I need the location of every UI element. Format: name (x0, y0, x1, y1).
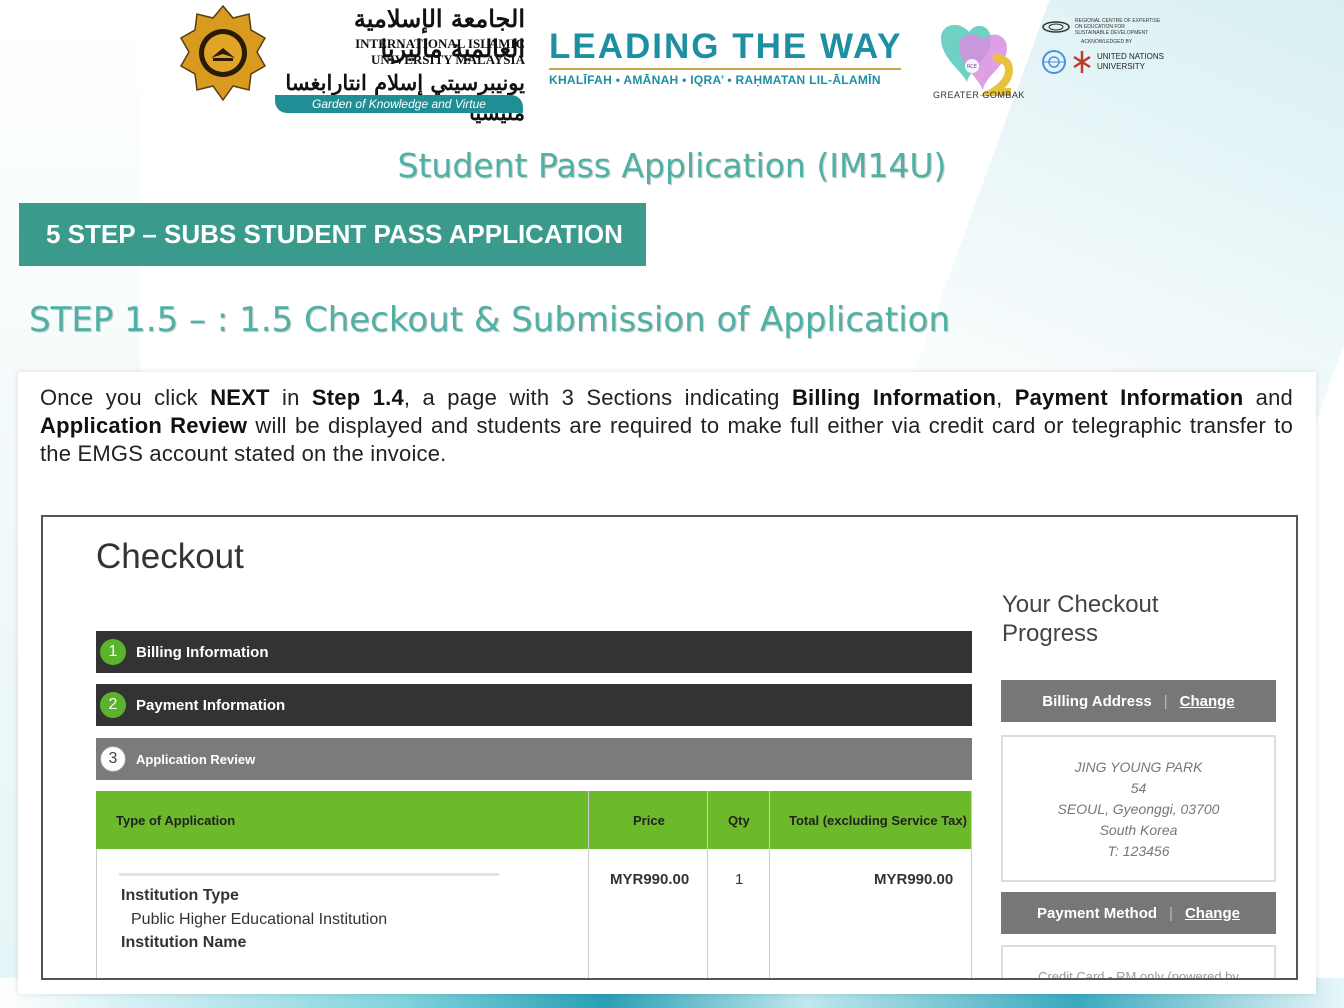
section-label: Application Review (136, 751, 256, 767)
payment-change-link[interactable]: Change (1185, 905, 1240, 922)
separator: | (1169, 904, 1173, 922)
iium-emblem-icon (179, 4, 267, 102)
address-country: South Korea (1099, 822, 1178, 838)
billing-address-box: JING YOUNG PARK 54 SEOUL, Gyeonggi, 0370… (1001, 735, 1276, 882)
un-acknowledgement: REGIONAL CENTRE OF EXPERTISE ON EDUCATIO… (1041, 18, 1181, 75)
address-city: SEOUL, Gyeonggi, 03700 (1057, 801, 1220, 817)
address-line: 54 (1130, 780, 1147, 796)
iium-english-name: INTERNATIONAL ISLAMIC UNIVERSITY MALAYSI… (355, 36, 525, 67)
address-name: JING YOUNG PARK (1074, 759, 1203, 775)
step-number-badge: 3 (100, 746, 126, 772)
header-price: Price (633, 812, 665, 828)
section-application-review[interactable]: 3 Application Review (96, 738, 972, 780)
section-payment-information[interactable]: 2 Payment Information (96, 684, 972, 726)
separator: | (1163, 692, 1168, 710)
intro-paragraph: Once you click NEXT in Step 1.4, a page … (40, 385, 1294, 466)
checkout-progress-title: Your Checkout Progress (1002, 591, 1159, 647)
rce-mark-icon (1042, 21, 1070, 33)
billing-address-label: Billing Address (1042, 692, 1152, 710)
rce-badge-text: RCE (967, 64, 977, 70)
section-label: Payment Information (136, 696, 286, 714)
price-value: MYR990.00 (610, 871, 690, 888)
greater-gombak-label: GREATER GOMBAK (933, 90, 1025, 100)
leading-the-way-subtitle: KHALĪFAH • AMĀNAH • IQRA’ • RAḤMATAN LIL… (549, 73, 881, 87)
un-emblem-icon (1042, 50, 1066, 74)
payment-method-text: Credit Card - RM only (powered by (1038, 969, 1239, 980)
unu-logo-icon (1073, 51, 1091, 73)
address-phone: T: 123456 (1107, 843, 1170, 859)
billing-address-header: Billing Address | Change (1001, 680, 1276, 722)
qty-value: 1 (735, 871, 744, 888)
total-value: MYR990.00 (874, 871, 954, 888)
page-title: Student Pass Application (IM14U) (397, 146, 947, 185)
leading-the-way-divider (549, 68, 901, 70)
un-university-label: UNITED NATIONS UNIVERSITY (1097, 52, 1164, 71)
header-total: Total (excluding Service Tax) (789, 812, 967, 828)
step-number-badge: 2 (100, 692, 126, 718)
application-review-table: Type of Application Price Qty Total (exc… (96, 791, 972, 978)
leading-the-way-title: LEADING THE WAY (549, 27, 903, 66)
header-qty: Qty (728, 812, 750, 828)
section-billing-information[interactable]: 1 Billing Information (96, 631, 972, 673)
billing-keyword: Billing Information (791, 385, 997, 410)
institution-type-label: Institution Type (121, 887, 239, 904)
table-row: Institution Type Public Higher Education… (96, 849, 972, 978)
iium-tagline: Garden of Knowledge and Virtue (275, 95, 523, 113)
payment-method-label: Payment Method (1037, 904, 1158, 922)
billing-change-link[interactable]: Change (1180, 693, 1235, 710)
payment-method-box: Credit Card - RM only (powered by (1001, 945, 1276, 980)
step-keyword: Step 1.4 (311, 385, 404, 410)
checkout-heading: Checkout (96, 537, 244, 576)
acknowledged-by-label: ACKNOWLEDGED BY (1081, 39, 1133, 45)
header-logos: الجامعة الإسلامية العالمية ماليزيا INTER… (175, 0, 1175, 125)
section-label: Billing Information (136, 643, 269, 661)
step-number-badge: 1 (100, 639, 126, 665)
payment-method-header: Payment Method | Change (1001, 892, 1276, 934)
iium-arabic-name: الجامعة الإسلامية العالمية ماليزيا (353, 4, 526, 63)
step-subtitle: STEP 1.5 – : 1.5 Checkout & Submission o… (29, 300, 951, 340)
blurred-text (119, 873, 499, 876)
step-banner: 5 STEP – SUBS STUDENT PASS APPLICATION (19, 203, 646, 266)
review-keyword: Application Review (40, 413, 248, 438)
payment-keyword: Payment Information (1014, 385, 1244, 410)
header-type-of-application: Type of Application (116, 812, 236, 828)
next-keyword: NEXT (210, 385, 270, 410)
checkout-screenshot: Checkout 1 Billing Information 2 Payment… (41, 515, 1298, 980)
institution-name-label: Institution Name (121, 934, 247, 951)
iium-malay-name: يونيبرسيتي إسلام انتارابغسا مليسيا (285, 70, 525, 125)
rce-description: REGIONAL CENTRE OF EXPERTISE ON EDUCATIO… (1075, 18, 1161, 36)
institution-type-value: Public Higher Educational Institution (131, 911, 388, 928)
iium-wordmark: الجامعة الإسلامية العالمية ماليزيا INTER… (275, 4, 526, 125)
screenshot-panel: Once you click NEXT in Step 1.4, a page … (18, 372, 1316, 994)
leading-the-way-logo: LEADING THE WAY KHALĪFAH • AMĀNAH • IQRA… (549, 28, 902, 87)
table-header-row: Type of Application Price Qty Total (exc… (96, 791, 972, 849)
